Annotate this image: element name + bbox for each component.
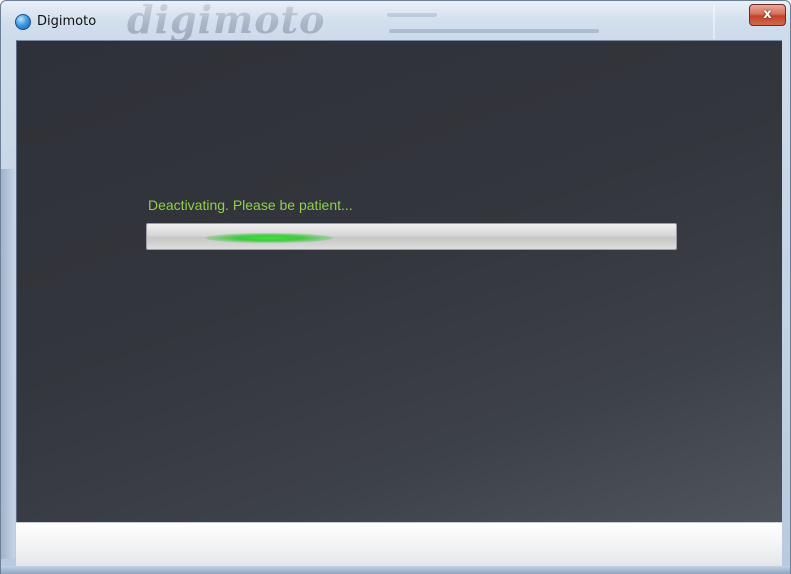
window-frame-bottom	[1, 566, 790, 574]
progress-bar	[146, 223, 677, 250]
close-button[interactable]: x	[749, 4, 786, 26]
digimoto-app-icon	[15, 14, 31, 30]
progress-indicator	[205, 233, 333, 243]
window-title: Digimoto	[37, 14, 97, 29]
window-frame-left	[1, 169, 15, 559]
bottom-bar	[16, 522, 782, 566]
content-area: Deactivating. Please be patient...	[16, 40, 782, 522]
app-window: digimoto Digimoto x Deactivating. Please…	[0, 0, 791, 574]
title-bar[interactable]: Digimoto x	[1, 1, 790, 39]
status-message: Deactivating. Please be patient...	[148, 197, 353, 213]
